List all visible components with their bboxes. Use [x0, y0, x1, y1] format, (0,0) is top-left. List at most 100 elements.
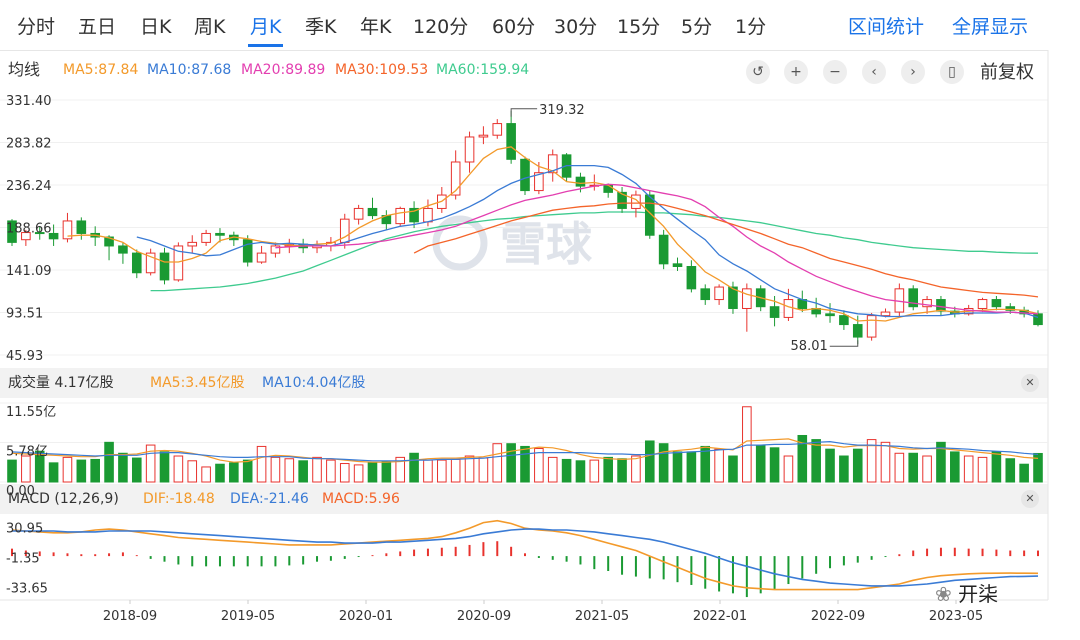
period-tab-bar: 分时 五日 日K 周K 月K 季K 年K 120分 60分 30分 15分 5分… [0, 0, 1048, 51]
volume-bar [492, 443, 503, 483]
candle-style-icon[interactable]: ▯ [940, 60, 964, 84]
price-tick-label: 331.40 [6, 94, 52, 109]
ma60-line [150, 211, 1039, 292]
time-tick-label: 2020-01 [339, 609, 393, 624]
volume-bar [1019, 463, 1029, 483]
candle-up [326, 241, 336, 247]
volume-bar [437, 459, 447, 483]
candle-up [464, 136, 475, 163]
volume-bar [589, 459, 600, 483]
close-volume-icon[interactable]: ✕ [1021, 374, 1039, 392]
ma-lines [67, 146, 1039, 322]
volume-bar [866, 439, 877, 483]
candle-up [270, 245, 281, 254]
volume-bar [534, 447, 544, 483]
candle-down [229, 234, 239, 241]
volume-bar [131, 457, 142, 483]
time-tick-label: 2023-05 [929, 609, 983, 624]
ma30-line [413, 202, 1039, 298]
candle-down [728, 286, 738, 309]
volume-bar [353, 464, 364, 483]
volume-bar [62, 456, 73, 483]
candle-down [1033, 313, 1043, 326]
candle-down [617, 191, 627, 209]
candle-up [145, 252, 156, 274]
candle-up [783, 299, 794, 318]
volume-bar [880, 441, 891, 483]
candle-down [908, 288, 919, 308]
candle-up [589, 184, 600, 187]
volume-bar [464, 455, 475, 483]
volume-bar [478, 457, 489, 483]
volume-ma5-value: MA5:3.45亿股 [150, 375, 245, 391]
volume-bar [894, 452, 905, 483]
volume-bar [520, 445, 530, 483]
tab-60min[interactable]: 60分 [492, 0, 535, 50]
candle-down [825, 313, 835, 317]
max-pointer [510, 108, 538, 117]
adjust-mode-button[interactable]: 前复权 [980, 58, 1034, 84]
volume-bar [7, 459, 17, 483]
tab-quarterly-k[interactable]: 季K [305, 0, 336, 50]
volume-bar [284, 458, 295, 483]
volume-bar [48, 462, 59, 483]
tab-monthly-k[interactable]: 月K [247, 0, 284, 50]
macd-tick-label: 30.95 [6, 521, 43, 536]
dif-line [11, 519, 1039, 591]
tab-5min[interactable]: 5分 [681, 0, 712, 50]
range-stats-button[interactable]: 区间统计 [848, 0, 924, 50]
close-macd-icon[interactable]: ✕ [1021, 490, 1039, 508]
footer-brand: ❀ 开柒 [935, 578, 998, 607]
volume-bar [547, 456, 558, 483]
tab-15min[interactable]: 15分 [617, 0, 660, 50]
tab-1min[interactable]: 1分 [735, 0, 766, 50]
candle-up [173, 245, 184, 281]
candle-down [159, 252, 170, 281]
tab-daily-k[interactable]: 日K [140, 0, 171, 50]
volume-tick-label: 11.55亿 [6, 405, 56, 420]
zoom-in-icon[interactable]: + [784, 60, 808, 84]
fullscreen-button[interactable]: 全屏显示 [952, 0, 1028, 50]
tab-yearly-k[interactable]: 年K [360, 0, 391, 50]
candle-up [547, 154, 558, 174]
candle-down [131, 252, 142, 274]
tab-five-day[interactable]: 五日 [78, 0, 116, 50]
pan-left-icon[interactable]: ‹ [862, 60, 886, 84]
reset-icon[interactable]: ↺ [746, 60, 770, 84]
candle-up [395, 207, 406, 225]
volume-bar [395, 456, 406, 483]
ma5-line [67, 146, 1039, 322]
tab-120min[interactable]: 120分 [413, 0, 468, 50]
volume-ma10-value: MA10:4.04亿股 [262, 375, 366, 391]
ma5-value: MA5:87.84 [63, 62, 139, 78]
candle-down [90, 232, 100, 238]
candle-down [852, 324, 863, 338]
price-tick-label: 45.93 [6, 349, 43, 364]
volume-bar [936, 441, 946, 483]
zoom-out-icon[interactable]: − [823, 60, 847, 84]
volume-bar [825, 448, 835, 483]
pan-right-icon[interactable]: › [901, 60, 925, 84]
watermark-text: 雪球 [500, 217, 593, 271]
volume-bar [839, 455, 849, 483]
time-tick-label: 2019-05 [221, 609, 275, 624]
candle-down [367, 207, 378, 217]
volume-bar [256, 445, 267, 483]
candle-up [62, 220, 73, 240]
volume-bar [977, 456, 988, 483]
candle-up [742, 288, 752, 309]
macd-legend: MACD (12,26,9) DIF:-18.48 DEA:-21.46 MAC… [0, 485, 600, 513]
candle-down [575, 176, 586, 187]
tab-intraday[interactable]: 分时 [17, 0, 55, 50]
candle-down [797, 299, 808, 309]
candle-down [769, 306, 780, 318]
volume-bar [617, 458, 627, 483]
volume-bar [145, 444, 156, 483]
ma60-value: MA60:159.94 [436, 62, 530, 78]
tab-30min[interactable]: 30分 [554, 0, 597, 50]
volume-bar [672, 451, 683, 483]
time-tick-label: 2021-05 [575, 609, 629, 624]
candle-down [409, 207, 419, 223]
tab-weekly-k[interactable]: 周K [194, 0, 225, 50]
volume-bar [603, 456, 613, 483]
